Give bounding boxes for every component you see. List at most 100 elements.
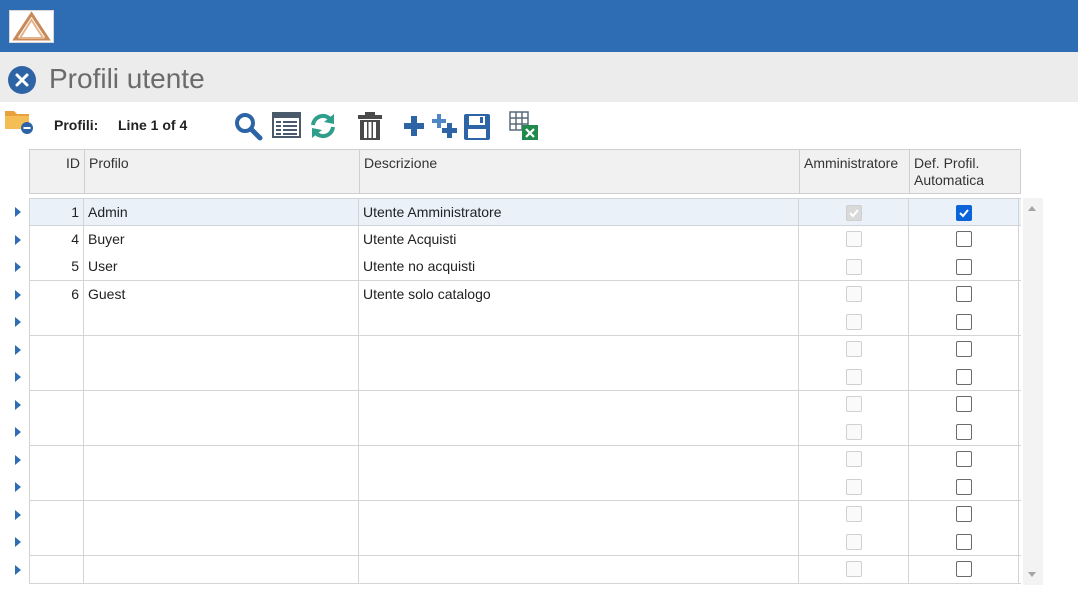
table-row[interactable]: [29, 308, 1021, 336]
table-row[interactable]: [29, 390, 1021, 419]
cell-descrizione[interactable]: [359, 418, 799, 445]
table-row[interactable]: [29, 473, 1021, 501]
def-profil-checkbox[interactable]: [955, 258, 972, 275]
cell-profilo[interactable]: [84, 390, 359, 418]
row-selector-arrow-icon[interactable]: [15, 207, 21, 217]
def-profil-checkbox[interactable]: [955, 231, 972, 247]
table-row[interactable]: [29, 363, 1021, 391]
cell-descrizione[interactable]: [359, 555, 799, 583]
def-profil-checkbox[interactable]: [955, 396, 972, 412]
row-selector-arrow-icon[interactable]: [15, 427, 21, 437]
cell-id[interactable]: 5: [29, 253, 84, 280]
row-selector-arrow-icon[interactable]: [15, 344, 21, 355]
vertical-scrollbar[interactable]: [1023, 198, 1043, 585]
def-profil-checkbox[interactable]: [955, 204, 972, 221]
row-selector-arrow-icon[interactable]: [15, 454, 21, 465]
cell-id[interactable]: [29, 500, 84, 528]
cell-descrizione[interactable]: [359, 335, 799, 363]
row-selector-arrow-icon[interactable]: [15, 564, 21, 575]
export-excel-icon[interactable]: [509, 111, 539, 141]
cell-descrizione[interactable]: [359, 528, 799, 555]
table-row[interactable]: 4 Buyer Utente Acquisti: [29, 225, 1021, 254]
column-header-def-profil[interactable]: Def. Profil. Automatica: [910, 150, 1020, 193]
column-header-id[interactable]: ID: [30, 150, 85, 193]
table-row[interactable]: [29, 418, 1021, 446]
table-row[interactable]: 1 Admin Utente Amministratore: [29, 198, 1021, 226]
def-profil-checkbox[interactable]: [955, 533, 972, 550]
def-profil-checkbox[interactable]: [955, 506, 972, 522]
cell-descrizione[interactable]: Utente Amministratore: [359, 199, 799, 226]
def-profil-checkbox[interactable]: [955, 478, 972, 495]
row-selector-arrow-icon[interactable]: [15, 262, 21, 272]
row-selector-arrow-icon[interactable]: [15, 399, 21, 410]
column-header-descrizione[interactable]: Descrizione: [360, 150, 800, 193]
add-icon[interactable]: [402, 114, 426, 138]
cell-profilo[interactable]: [84, 363, 359, 390]
table-row[interactable]: 6 Guest Utente solo catalogo: [29, 280, 1021, 309]
row-selector-arrow-icon[interactable]: [15, 317, 21, 327]
cell-profilo[interactable]: Buyer: [84, 225, 359, 253]
row-selector-arrow-icon[interactable]: [15, 372, 21, 382]
cell-descrizione[interactable]: [359, 390, 799, 418]
cell-id[interactable]: 6: [29, 280, 84, 308]
cell-profilo[interactable]: Admin: [84, 199, 359, 226]
cell-profilo[interactable]: [84, 335, 359, 363]
triangle-logo-icon[interactable]: [9, 10, 54, 43]
cell-descrizione[interactable]: Utente no acquisti: [359, 253, 799, 280]
cell-id[interactable]: [29, 363, 84, 390]
cell-profilo[interactable]: [84, 473, 359, 500]
save-icon[interactable]: [463, 113, 491, 141]
cell-profilo[interactable]: [84, 555, 359, 583]
row-selector-arrow-icon[interactable]: [15, 537, 21, 547]
row-selector-arrow-icon[interactable]: [15, 289, 21, 300]
folder-minus-icon[interactable]: [4, 107, 34, 135]
cell-id[interactable]: [29, 418, 84, 445]
table-row[interactable]: [29, 445, 1021, 474]
def-profil-checkbox[interactable]: [955, 368, 972, 385]
list-view-icon[interactable]: [272, 112, 302, 138]
cell-profilo[interactable]: Guest: [84, 280, 359, 308]
cell-id[interactable]: [29, 445, 84, 473]
cell-id[interactable]: [29, 528, 84, 555]
cell-descrizione[interactable]: Utente solo catalogo: [359, 280, 799, 308]
cell-id[interactable]: [29, 473, 84, 500]
def-profil-checkbox[interactable]: [955, 561, 972, 577]
row-selector-arrow-icon[interactable]: [15, 482, 21, 492]
search-icon[interactable]: [233, 111, 263, 141]
add-multiple-icon[interactable]: [431, 113, 459, 139]
table-row[interactable]: [29, 335, 1021, 364]
def-profil-checkbox[interactable]: [955, 451, 972, 467]
cell-descrizione[interactable]: [359, 500, 799, 528]
cell-profilo[interactable]: [84, 418, 359, 445]
scroll-up-arrow-icon[interactable]: [1028, 206, 1036, 211]
delete-icon[interactable]: [356, 111, 384, 141]
table-row[interactable]: [29, 528, 1021, 556]
cell-descrizione[interactable]: [359, 473, 799, 500]
cell-profilo[interactable]: [84, 308, 359, 335]
cell-descrizione[interactable]: [359, 308, 799, 335]
cell-id[interactable]: [29, 308, 84, 335]
cell-id[interactable]: [29, 335, 84, 363]
cell-profilo[interactable]: [84, 500, 359, 528]
table-row[interactable]: 5 User Utente no acquisti: [29, 253, 1021, 281]
scroll-down-arrow-icon[interactable]: [1028, 572, 1036, 577]
def-profil-checkbox[interactable]: [955, 313, 972, 330]
refresh-icon[interactable]: [307, 111, 339, 141]
def-profil-checkbox[interactable]: [955, 341, 972, 357]
close-circle-icon[interactable]: [8, 66, 36, 94]
cell-profilo[interactable]: User: [84, 253, 359, 280]
cell-descrizione[interactable]: [359, 363, 799, 390]
cell-id[interactable]: 4: [29, 225, 84, 253]
def-profil-checkbox[interactable]: [955, 423, 972, 440]
cell-profilo[interactable]: [84, 445, 359, 473]
cell-id[interactable]: [29, 390, 84, 418]
cell-id[interactable]: 1: [29, 199, 84, 226]
cell-id[interactable]: [29, 555, 84, 583]
cell-descrizione[interactable]: Utente Acquisti: [359, 225, 799, 253]
def-profil-checkbox[interactable]: [955, 286, 972, 302]
cell-profilo[interactable]: [84, 528, 359, 555]
row-selector-arrow-icon[interactable]: [15, 234, 21, 245]
row-selector-arrow-icon[interactable]: [15, 509, 21, 520]
table-row[interactable]: [29, 500, 1021, 529]
cell-descrizione[interactable]: [359, 445, 799, 473]
